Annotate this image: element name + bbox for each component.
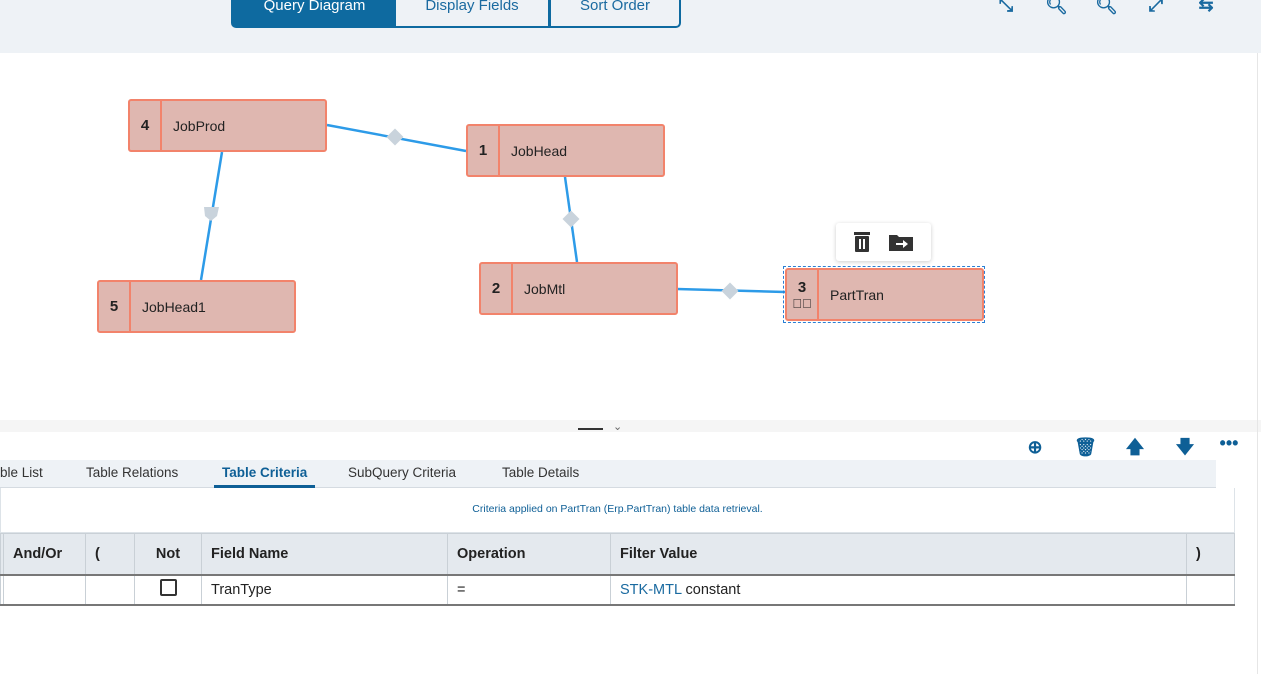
add-icon[interactable]: ⊕ [1024, 436, 1046, 458]
node-number: 1 [468, 126, 500, 175]
panel-tabs: ble List Table Relations Table Criteria … [0, 460, 1216, 488]
not-checkbox[interactable] [159, 579, 177, 596]
table-node-jobhead1[interactable]: 5 JobHead1 [97, 280, 296, 333]
table-node-jobprod[interactable]: 4 JobProd [128, 99, 327, 152]
relation-diamond [204, 207, 219, 221]
node-actions-popup [836, 223, 931, 261]
node-number: 5 [99, 282, 131, 331]
column-header-operation[interactable]: Operation [447, 533, 611, 576]
not-cell [134, 574, 202, 606]
operation-cell[interactable]: = [447, 574, 611, 606]
chevron-down-icon[interactable]: ⌄ [613, 420, 622, 433]
andor-cell[interactable] [3, 574, 86, 606]
tab-subquery-criteria[interactable]: SubQuery Criteria [348, 460, 456, 488]
criteria-check-icon: ✓⃝ [792, 295, 812, 311]
node-name: JobMtl [524, 280, 566, 297]
node-name: JobHead [511, 142, 568, 159]
relation-lines [199, 123, 786, 300]
table-row[interactable]: TranType = STK-MTL constant [0, 574, 1235, 606]
tab-table-list[interactable]: ble List [0, 460, 43, 488]
relation-diamond [562, 210, 580, 228]
node-number: 3 ✓⃝ [787, 270, 819, 319]
tab-table-details[interactable]: Table Details [502, 460, 579, 488]
filter-value-link[interactable]: STK-MTL [620, 582, 682, 598]
arrow-up-icon[interactable]: 🡅 [1124, 436, 1146, 458]
open-paren-cell[interactable] [85, 574, 135, 606]
panel-splitter[interactable] [0, 420, 1261, 432]
drag-handle[interactable] [578, 428, 603, 430]
scrollbar[interactable] [1257, 53, 1258, 674]
relation-diamond [386, 128, 404, 146]
move-to-folder-icon[interactable] [888, 232, 914, 252]
table-node-parttran[interactable]: 3 ✓⃝ PartTran [785, 268, 984, 321]
node-name: JobHead1 [142, 298, 206, 315]
column-header-close-paren[interactable]: ) [1186, 533, 1235, 576]
column-header-not[interactable]: Not [134, 533, 202, 576]
table-header-row: And/Or ( Not Field Name Operation Filter… [0, 533, 1235, 576]
delete-icon[interactable]: 🗑︎ [1074, 436, 1097, 458]
table-node-jobmtl[interactable]: 2 JobMtl [479, 262, 678, 315]
filter-value-type: constant [685, 581, 741, 598]
node-name: JobProd [173, 117, 226, 134]
filter-value-cell[interactable]: STK-MTL constant [610, 574, 1187, 606]
tab-table-criteria[interactable]: Table Criteria [214, 460, 316, 488]
node-number: 2 [481, 264, 513, 313]
arrow-down-icon[interactable]: 🡇 [1174, 436, 1196, 458]
close-paren-cell[interactable] [1186, 574, 1235, 606]
table-node-jobhead[interactable]: 1 JobHead [466, 124, 665, 177]
node-name: PartTran [830, 286, 884, 303]
field-name-cell[interactable]: TranType [201, 574, 448, 606]
criteria-caption: Criteria applied on PartTran (Erp.PartTr… [0, 488, 1235, 533]
node-number: 4 [130, 101, 162, 150]
delete-icon[interactable] [853, 231, 871, 253]
column-header-andor[interactable]: And/Or [3, 533, 86, 576]
column-header-filter-value[interactable]: Filter Value [610, 533, 1187, 576]
column-header-open-paren[interactable]: ( [85, 533, 135, 576]
more-icon[interactable]: ••• [1218, 432, 1240, 454]
column-header-field-name[interactable]: Field Name [201, 533, 448, 576]
tab-table-relations[interactable]: Table Relations [86, 460, 178, 488]
node-number-text: 3 [797, 278, 807, 296]
relation-diamond [721, 282, 739, 300]
criteria-table: And/Or ( Not Field Name Operation Filter… [0, 533, 1235, 606]
